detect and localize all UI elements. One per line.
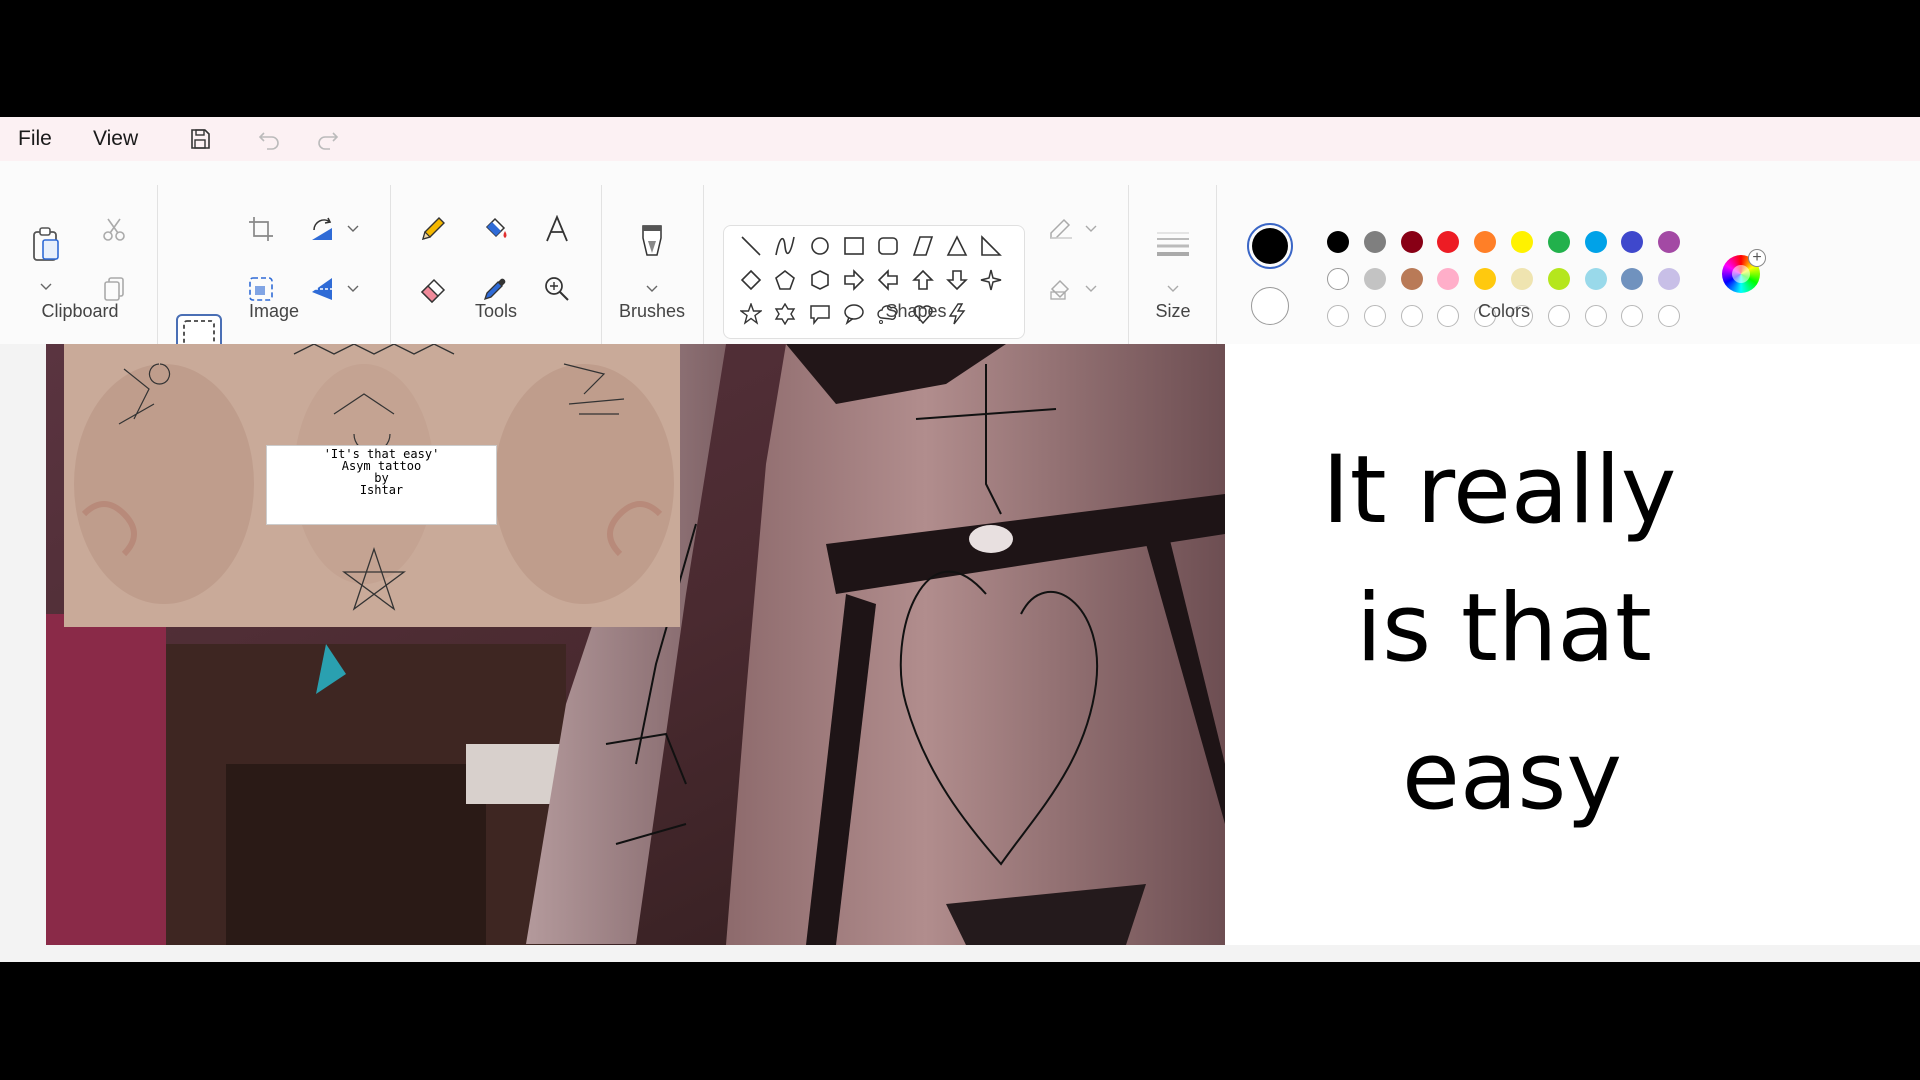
chevron-down-icon[interactable]	[644, 283, 660, 295]
shape-fill-icon[interactable]	[1042, 269, 1082, 309]
custom-color-slot[interactable]	[1621, 305, 1644, 327]
rect-callout-shape-icon[interactable]	[805, 299, 835, 329]
right-triangle-shape-icon[interactable]	[976, 231, 1006, 261]
color-swatch[interactable]	[1547, 268, 1570, 290]
up-arrow-shape-icon[interactable]	[908, 265, 938, 295]
meme-line: easy	[1402, 722, 1623, 831]
group-divider	[1216, 185, 1217, 360]
undo-icon[interactable]	[252, 122, 286, 156]
rotate-icon[interactable]	[302, 209, 342, 249]
plus-icon: +	[1748, 249, 1766, 267]
tattoo-card-line: Ishtar	[359, 483, 404, 497]
color-swatch[interactable]	[1511, 268, 1533, 290]
triangle-shape-icon[interactable]	[942, 231, 972, 261]
group-label-shapes: Shapes	[885, 301, 947, 321]
curve-shape-icon[interactable]	[770, 231, 800, 261]
secondary-color-button[interactable]	[1251, 287, 1289, 325]
color-swatch[interactable]	[1474, 231, 1497, 253]
down-arrow-shape-icon[interactable]	[942, 265, 972, 295]
group-label-brushes: Brushes	[618, 301, 686, 321]
color-swatch[interactable]	[1437, 268, 1460, 290]
custom-color-slot[interactable]	[1363, 305, 1386, 327]
menu-file[interactable]: File	[12, 124, 58, 154]
redo-icon[interactable]	[311, 122, 345, 156]
chevron-down-icon[interactable]	[1083, 223, 1099, 235]
color-swatch[interactable]	[1511, 231, 1533, 253]
custom-color-slot[interactable]	[1584, 305, 1607, 327]
group-label-colors: Colors	[1477, 301, 1530, 321]
color-swatch[interactable]	[1400, 268, 1423, 290]
pentagon-shape-icon[interactable]	[770, 265, 800, 295]
chevron-down-icon[interactable]	[1083, 283, 1099, 295]
primary-color-swatch	[1252, 228, 1288, 264]
color-swatch[interactable]	[1584, 268, 1607, 290]
edit-colors-icon[interactable]: +	[1722, 249, 1766, 293]
pencil-icon[interactable]	[413, 209, 453, 249]
color-swatch[interactable]	[1621, 268, 1644, 290]
cut-icon[interactable]	[94, 209, 134, 249]
oval-shape-icon[interactable]	[805, 231, 835, 261]
menu-view[interactable]: View	[87, 124, 144, 154]
group-label-clipboard: Clipboard	[41, 301, 119, 321]
chevron-down-icon[interactable]	[345, 223, 361, 235]
canvas-area: 'It's that easy' Asym tattoo by Ishtar I…	[0, 344, 1920, 962]
group-label-image: Image	[248, 301, 300, 321]
tattoo-credit-card: 'It's that easy' Asym tattoo by Ishtar	[266, 445, 497, 525]
six-point-star-shape-icon[interactable]	[770, 299, 800, 329]
custom-color-slot[interactable]	[1658, 305, 1681, 327]
save-icon[interactable]	[183, 122, 217, 156]
five-point-star-shape-icon[interactable]	[736, 299, 766, 329]
group-divider	[157, 185, 158, 360]
text-icon[interactable]	[537, 209, 577, 249]
right-arrow-shape-icon[interactable]	[839, 265, 869, 295]
group-divider	[1128, 185, 1129, 360]
outline-icon[interactable]	[1042, 209, 1082, 249]
color-swatch[interactable]	[1621, 231, 1644, 253]
color-swatch[interactable]	[1584, 231, 1607, 253]
custom-color-slot[interactable]	[1400, 305, 1423, 327]
group-label-tools: Tools	[474, 301, 518, 321]
ribbon: Clipboard Image Tools Brushes Shapes Siz…	[0, 161, 1920, 386]
group-divider	[390, 185, 391, 360]
chevron-down-icon[interactable]	[1165, 283, 1181, 295]
custom-color-slot[interactable]	[1327, 305, 1349, 327]
group-divider	[703, 185, 704, 360]
color-swatch[interactable]	[1547, 231, 1570, 253]
group-label-size: Size	[1155, 301, 1191, 321]
paint-app-window: File View Clipboard Image Tools Brushes …	[0, 117, 1920, 962]
rectangle-shape-icon[interactable]	[839, 231, 869, 261]
polygon-shape-icon[interactable]	[908, 231, 938, 261]
meme-line: is that	[1356, 574, 1652, 683]
menu-bar: File View	[0, 117, 1920, 161]
color-swatch[interactable]	[1327, 268, 1349, 290]
rounded-rectangle-shape-icon[interactable]	[873, 231, 903, 261]
color-swatch[interactable]	[1658, 231, 1681, 253]
chevron-down-icon[interactable]	[345, 283, 361, 295]
color-swatch[interactable]	[1474, 268, 1497, 290]
drawing-canvas[interactable]: 'It's that easy' Asym tattoo by Ishtar I…	[46, 344, 1920, 945]
chevron-down-icon[interactable]	[38, 281, 54, 293]
paste-icon[interactable]	[26, 221, 66, 267]
hexagon-shape-icon[interactable]	[805, 265, 835, 295]
color-swatch[interactable]	[1363, 231, 1386, 253]
color-swatch[interactable]	[1400, 231, 1423, 253]
color-swatch[interactable]	[1363, 268, 1386, 290]
meme-line: It really	[1322, 436, 1677, 545]
group-divider	[601, 185, 602, 360]
diamond-shape-icon[interactable]	[736, 265, 766, 295]
primary-color-button[interactable]	[1247, 223, 1293, 269]
size-lines-icon[interactable]	[1153, 223, 1193, 263]
left-arrow-shape-icon[interactable]	[873, 265, 903, 295]
line-shape-icon[interactable]	[736, 231, 766, 261]
color-swatch[interactable]	[1437, 231, 1460, 253]
four-point-star-shape-icon[interactable]	[976, 265, 1006, 295]
brush-icon[interactable]	[632, 221, 672, 261]
tattoo-texture-preview: 'It's that easy' Asym tattoo by Ishtar	[64, 344, 680, 627]
fill-bucket-icon[interactable]	[475, 209, 515, 249]
color-swatch[interactable]	[1658, 268, 1681, 290]
crop-icon[interactable]	[241, 209, 281, 249]
color-swatch[interactable]	[1327, 231, 1349, 253]
